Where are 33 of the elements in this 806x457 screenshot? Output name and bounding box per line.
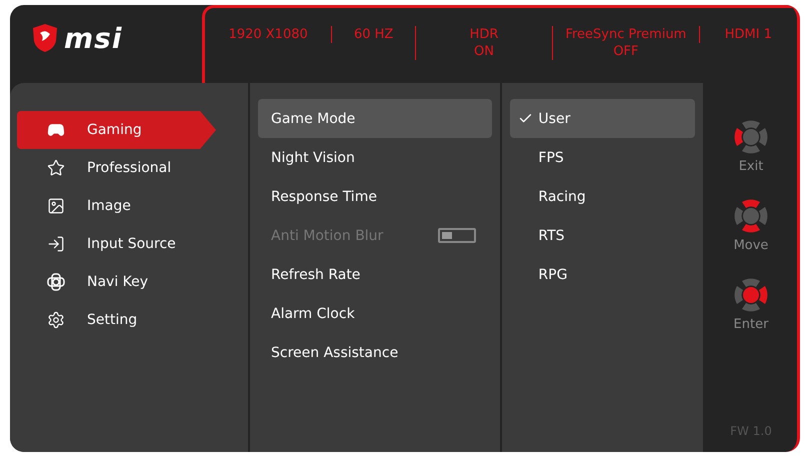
image-icon bbox=[47, 197, 65, 215]
category-item[interactable]: Navi Key bbox=[17, 263, 216, 301]
submenu-item[interactable]: Refresh Rate bbox=[258, 255, 492, 294]
gamepad-icon bbox=[47, 121, 65, 139]
status-value: HDMI 1 bbox=[698, 26, 797, 43]
option-item[interactable]: Racing bbox=[510, 177, 695, 216]
key-hint-label: Exit bbox=[738, 159, 764, 174]
status-value: 1920 X1080 bbox=[228, 26, 309, 43]
status-value: HDR ON bbox=[414, 26, 552, 60]
settings-icon bbox=[47, 311, 65, 329]
category-item[interactable]: Input Source bbox=[17, 225, 216, 263]
shield-logo-icon bbox=[32, 23, 58, 53]
logo-text: msi bbox=[64, 22, 122, 54]
submenu-item[interactable]: Game Mode bbox=[258, 99, 492, 138]
option-item[interactable]: User bbox=[510, 99, 695, 138]
status-value: FreeSync Premium OFF bbox=[552, 26, 699, 60]
category-item[interactable]: Gaming bbox=[17, 111, 216, 149]
submenu-item[interactable]: Screen Assistance bbox=[258, 333, 492, 372]
option-item[interactable]: RPG bbox=[510, 255, 695, 294]
joystick-icon bbox=[47, 273, 65, 291]
submenu-item[interactable]: Alarm Clock bbox=[258, 294, 492, 333]
status-value: 60 HZ bbox=[331, 26, 415, 43]
category-item[interactable]: Image bbox=[17, 187, 216, 225]
key-hint-label: Move bbox=[734, 238, 768, 253]
input-icon bbox=[47, 235, 65, 253]
submenu-item[interactable]: Response Time bbox=[258, 177, 492, 216]
star-icon bbox=[47, 159, 65, 177]
category-item[interactable]: Professional bbox=[17, 149, 216, 187]
option-item[interactable]: FPS bbox=[510, 138, 695, 177]
submenu-item[interactable]: Night Vision bbox=[258, 138, 492, 177]
key-hint-label: Enter bbox=[734, 317, 768, 332]
option-item[interactable]: RTS bbox=[510, 216, 695, 255]
category-item[interactable]: Setting bbox=[17, 301, 216, 339]
